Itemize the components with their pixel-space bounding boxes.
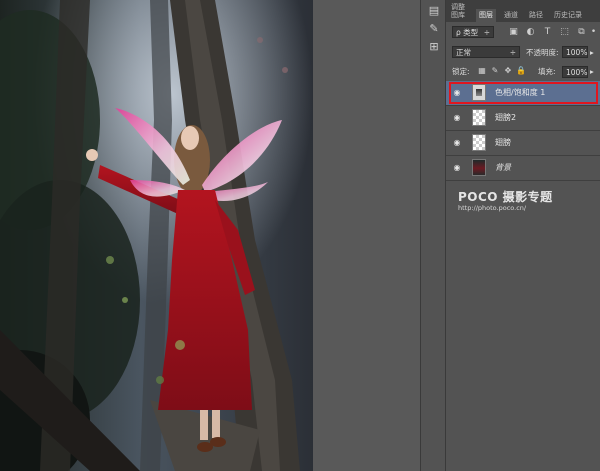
- tab-library-label: 图库: [451, 11, 465, 19]
- layers-panel: 调整 图库 图层 通道 路径 历史记录 ρ 类型 ÷ ▣ ◐ T ⬚ ⧉ • 正…: [446, 0, 600, 471]
- watermark-url: http://photo.poco.cn/: [458, 204, 527, 212]
- document-canvas[interactable]: [0, 0, 313, 471]
- tab-channels-label: 通道: [504, 11, 518, 19]
- lock-label: 锁定:: [452, 67, 470, 76]
- opacity-input[interactable]: 100%: [562, 46, 588, 58]
- layer-name[interactable]: 翅膀: [495, 137, 511, 149]
- collapsed-panel-strip: ▤ ✎ ⊞: [420, 0, 446, 471]
- layer-name[interactable]: 背景: [495, 162, 511, 174]
- blend-mode-dropdown[interactable]: 正常 ÷: [452, 46, 520, 58]
- lock-all-icon[interactable]: 🔒: [516, 65, 526, 77]
- layer-row[interactable]: ◉ 翅膀: [446, 131, 600, 156]
- type-filter-icon[interactable]: T: [542, 27, 553, 38]
- layer-filter-bar: ρ 类型 ÷ ▣ ◐ T ⬚ ⧉ •: [446, 24, 600, 41]
- fill-slider-arrow-icon[interactable]: ▸: [590, 66, 594, 78]
- layer-name[interactable]: 翅膀2: [495, 112, 516, 124]
- shape-filter-icon[interactable]: ⬚: [559, 27, 570, 38]
- tab-history-label: 历史记录: [554, 11, 582, 19]
- tab-channels[interactable]: 通道: [501, 9, 521, 25]
- filter-kind-dropdown[interactable]: ρ 类型 ÷: [452, 26, 494, 38]
- layer-thumbnail: [472, 134, 486, 151]
- tab-adjustments[interactable]: 调整 图库: [448, 3, 468, 19]
- smart-object-filter-icon[interactable]: ⧉: [576, 27, 587, 38]
- brush-preset-icon[interactable]: ✎: [426, 22, 442, 36]
- lock-image-pixels-icon[interactable]: ✎: [490, 65, 500, 77]
- fill-label: 填充:: [538, 67, 556, 76]
- blend-mode-label: 正常: [456, 48, 471, 57]
- tab-adjustments-label: 调整: [451, 3, 465, 11]
- tab-paths[interactable]: 路径: [526, 9, 546, 25]
- tab-history[interactable]: 历史记录: [551, 9, 585, 25]
- canvas-workspace-background: [313, 0, 420, 471]
- filter-toggle-icon[interactable]: •: [589, 27, 598, 38]
- visibility-eye-icon[interactable]: ◉: [452, 138, 462, 148]
- tab-layers[interactable]: 图层: [476, 9, 496, 22]
- history-panel-icon[interactable]: ▤: [426, 4, 442, 18]
- lock-fill-bar: 锁定: ▦ ✎ ✥ 🔒 填充: 100% ▸: [446, 64, 600, 80]
- opacity-value: 100%: [566, 48, 588, 57]
- visibility-eye-icon[interactable]: ◉: [452, 113, 462, 123]
- layer-row[interactable]: ◉ 背景: [446, 156, 600, 181]
- lock-position-icon[interactable]: ✥: [503, 65, 513, 77]
- clone-source-icon[interactable]: ⊞: [426, 40, 442, 54]
- layer-thumbnail: [472, 109, 486, 126]
- filter-kind-label: ρ 类型: [456, 28, 479, 37]
- background-layer-thumbnail: [472, 159, 486, 176]
- tab-paths-label: 路径: [529, 11, 543, 19]
- image-filter-icon[interactable]: ▣: [508, 27, 519, 38]
- opacity-slider-arrow-icon[interactable]: ▸: [590, 47, 594, 59]
- selection-highlight-box: [449, 82, 598, 104]
- lock-transparent-pixels-icon[interactable]: ▦: [477, 65, 487, 77]
- chevron-down-icon: ÷: [483, 28, 490, 37]
- visibility-eye-icon[interactable]: ◉: [452, 163, 462, 173]
- blend-opacity-bar: 正常 ÷ 不透明度: 100% ▸: [446, 44, 600, 61]
- layer-row[interactable]: ◉ 翅膀2: [446, 106, 600, 131]
- adjustment-filter-icon[interactable]: ◐: [525, 27, 536, 38]
- fill-value: 100%: [566, 68, 588, 77]
- watermark-logo: POCO 摄影专题: [458, 190, 553, 204]
- tab-layers-label: 图层: [479, 11, 493, 19]
- chevron-down-icon: ÷: [509, 48, 516, 57]
- fairy-photo: [0, 0, 313, 471]
- fill-input[interactable]: 100%: [562, 66, 588, 78]
- poco-watermark: POCO 摄影专题 http://photo.poco.cn/: [458, 190, 578, 213]
- panel-tab-bar: 调整 图库 图层 通道 路径 历史记录: [446, 0, 600, 22]
- opacity-label: 不透明度:: [526, 48, 559, 57]
